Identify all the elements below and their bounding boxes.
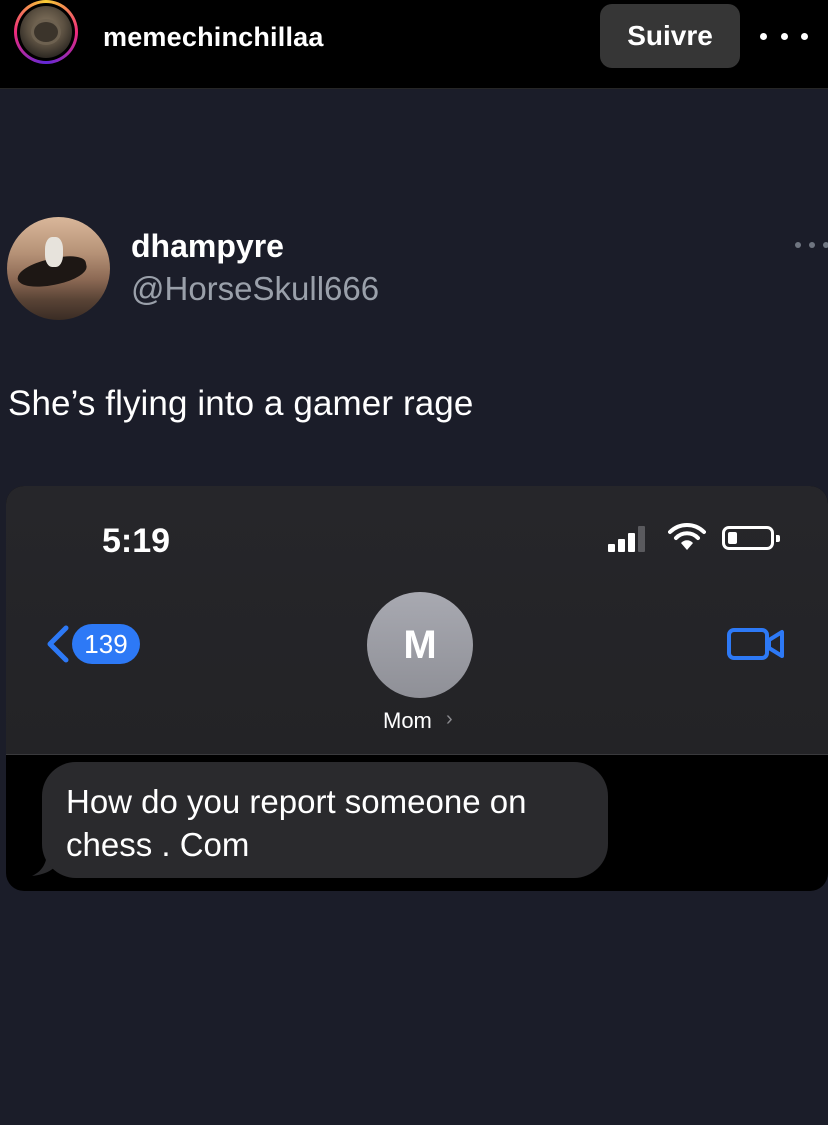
battery-icon	[722, 526, 780, 550]
account-username[interactable]: memechinchillaa	[103, 22, 324, 53]
more-options-icon[interactable]	[760, 18, 808, 54]
message-bubble: How do you report someone on chess . Com	[42, 762, 608, 878]
contact-name[interactable]: Mom	[383, 708, 432, 734]
tweet-text: She’s flying into a gamer rage	[8, 384, 474, 423]
avatar-border	[17, 3, 75, 61]
follow-button[interactable]: Suivre	[600, 4, 740, 68]
message-line-1: How do you report someone on	[66, 783, 527, 820]
tweet-author-avatar	[7, 217, 110, 320]
video-camera-icon[interactable]	[726, 626, 786, 662]
messages-header: 5:19 139 M Mom ›	[6, 486, 828, 755]
instagram-header: memechinchillaa Suivre	[0, 0, 828, 89]
embedded-message-screenshot: 5:19 139 M Mom › How do you report someo…	[6, 486, 828, 891]
chevron-right-icon: ›	[446, 708, 453, 730]
tweet-author-handle: @HorseSkull666	[131, 270, 380, 307]
signal-icon	[608, 526, 654, 552]
wifi-icon	[668, 522, 706, 550]
message-line-2: chess . Com	[66, 826, 250, 863]
tweet-more-icon	[795, 240, 828, 250]
chevron-left-icon[interactable]	[42, 624, 72, 664]
profile-avatar	[20, 6, 72, 58]
tweet-author-name: dhampyre	[131, 228, 284, 264]
status-time: 5:19	[102, 522, 171, 560]
profile-avatar-story-ring[interactable]	[14, 0, 78, 64]
unread-count-badge[interactable]: 139	[72, 624, 140, 664]
contact-avatar[interactable]: M	[367, 592, 473, 698]
